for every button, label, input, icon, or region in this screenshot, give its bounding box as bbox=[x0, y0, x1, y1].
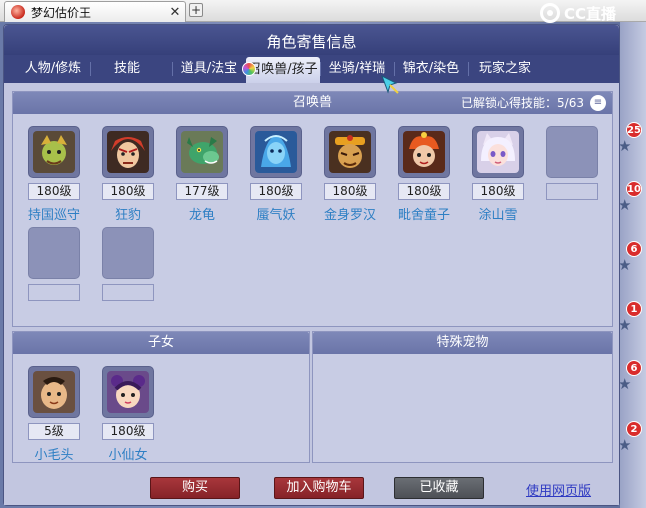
pet-slot[interactable] bbox=[472, 126, 524, 178]
favicon-icon bbox=[11, 5, 25, 19]
star-icon[interactable]: ★ bbox=[618, 317, 634, 333]
star-icon[interactable]: ★ bbox=[618, 197, 634, 213]
green-dragon-avatar bbox=[181, 131, 223, 173]
unlock-skills-text: 已解锁心得技能： bbox=[461, 96, 558, 110]
fox-girl-avatar bbox=[477, 131, 519, 173]
fire-child-avatar bbox=[403, 131, 445, 173]
role-sale-window: 角色寄售信息 人物/修炼 技能 道具/法宝 召唤兽/孩子 坐骑/祥瑞 锦衣/染色… bbox=[3, 24, 620, 506]
pet-name[interactable]: 持国巡守 bbox=[14, 204, 94, 223]
pet-slot[interactable] bbox=[102, 126, 154, 178]
star-icon[interactable]: ★ bbox=[618, 138, 634, 154]
blue-spirit-avatar bbox=[255, 131, 297, 173]
child-name[interactable]: 小毛头 bbox=[14, 444, 94, 463]
red-haired-warrior-avatar bbox=[107, 131, 149, 173]
pet-name[interactable]: 龙龟 bbox=[162, 204, 242, 223]
special-pets-section-header: 特殊宠物 bbox=[313, 332, 612, 354]
unlock-skills-label: 已解锁心得技能：5/63 bbox=[461, 92, 584, 114]
pet-level: 180级 bbox=[398, 183, 450, 200]
notification-badge[interactable]: 6 bbox=[626, 241, 642, 257]
window-title: 角色寄售信息 bbox=[266, 33, 357, 51]
pet-name[interactable]: 蜃气妖 bbox=[236, 204, 316, 223]
notification-badge[interactable]: 25 bbox=[626, 122, 642, 138]
empty-pet-slot[interactable] bbox=[102, 227, 154, 279]
empty-pet-slot[interactable] bbox=[546, 126, 598, 178]
window-titlebar[interactable]: 角色寄售信息 bbox=[4, 25, 619, 55]
empty-pet-slot[interactable] bbox=[28, 227, 80, 279]
empty-pet-level bbox=[102, 284, 154, 301]
cc-logo-icon bbox=[540, 3, 560, 23]
pet-slot[interactable] bbox=[398, 126, 450, 178]
pets-section: 召唤兽 已解锁心得技能：5/63 ≡ 180级 持国巡守 180级 狂豹 177… bbox=[12, 91, 613, 327]
child-name[interactable]: 小仙女 bbox=[88, 444, 168, 463]
cc-logo-text: CC直播 bbox=[564, 4, 617, 23]
pet-slot[interactable] bbox=[324, 126, 376, 178]
pet-level: 180级 bbox=[472, 183, 524, 200]
notification-badge[interactable]: 1 bbox=[626, 301, 642, 317]
notification-badge[interactable]: 2 bbox=[626, 421, 642, 437]
special-pets-section: 特殊宠物 bbox=[312, 331, 613, 463]
child-level: 5级 bbox=[28, 423, 80, 440]
pet-name[interactable]: 毗舍童子 bbox=[384, 204, 464, 223]
mouse-cursor-icon bbox=[380, 74, 402, 96]
notification-badge[interactable]: 6 bbox=[626, 360, 642, 376]
star-icon[interactable]: ★ bbox=[618, 376, 634, 392]
pet-level: 180级 bbox=[102, 183, 154, 200]
pet-name[interactable]: 金身罗汉 bbox=[310, 204, 390, 223]
unlock-skills-value: 5/63 bbox=[557, 96, 584, 110]
star-icon[interactable]: ★ bbox=[618, 437, 634, 453]
browser-tab[interactable]: 梦幻估价王 ✕ bbox=[4, 1, 186, 22]
menu-icon[interactable]: ≡ bbox=[590, 95, 606, 111]
pet-level: 180级 bbox=[250, 183, 302, 200]
browser-tab-title: 梦幻估价王 bbox=[31, 5, 92, 20]
star-icon[interactable]: ★ bbox=[618, 257, 634, 273]
pets-section-title: 召唤兽 bbox=[292, 95, 332, 110]
category-tabs: 人物/修炼 技能 道具/法宝 召唤兽/孩子 坐骑/祥瑞 锦衣/染色 玩家之家 bbox=[4, 55, 619, 83]
green-warrior-avatar bbox=[33, 131, 75, 173]
empty-pet-level bbox=[28, 284, 80, 301]
tab-outfits[interactable]: 锦衣/染色 bbox=[394, 55, 468, 83]
child-level: 180级 bbox=[102, 423, 154, 440]
children-section: 子女 5级 小毛头 180级 小仙女 bbox=[12, 331, 310, 463]
boy-avatar bbox=[33, 371, 75, 413]
add-to-cart-button[interactable]: 加入购物车 bbox=[274, 477, 364, 499]
favorited-button[interactable]: 已收藏 bbox=[394, 477, 484, 499]
use-web-version-link[interactable]: 使用网页版 bbox=[526, 480, 591, 499]
child-slot[interactable] bbox=[28, 366, 80, 418]
tab-character[interactable]: 人物/修炼 bbox=[16, 55, 90, 83]
golden-monk-avatar bbox=[329, 131, 371, 173]
rainbow-badge-icon bbox=[242, 62, 256, 76]
children-section-header: 子女 bbox=[13, 332, 309, 354]
buy-button[interactable]: 购买 bbox=[150, 477, 240, 499]
pet-slot[interactable] bbox=[176, 126, 228, 178]
pet-slot[interactable] bbox=[28, 126, 80, 178]
content-area: 召唤兽 已解锁心得技能：5/63 ≡ 180级 持国巡守 180级 狂豹 177… bbox=[4, 83, 619, 505]
child-slot[interactable] bbox=[102, 366, 154, 418]
tab-items[interactable]: 道具/法宝 bbox=[172, 55, 246, 83]
special-pets-section-title: 特殊宠物 bbox=[436, 335, 489, 350]
pet-level: 177级 bbox=[176, 183, 228, 200]
cc-live-logo: CC直播 bbox=[540, 2, 628, 24]
new-tab-button[interactable]: + bbox=[189, 3, 203, 17]
tab-close-icon[interactable]: ✕ bbox=[168, 5, 182, 20]
notification-badge[interactable]: 10 bbox=[626, 181, 642, 197]
tab-pets-children[interactable]: 召唤兽/孩子 bbox=[246, 57, 320, 83]
pet-name[interactable]: 涂山雪 bbox=[458, 204, 538, 223]
pet-level: 180级 bbox=[28, 183, 80, 200]
children-section-title: 子女 bbox=[147, 335, 174, 350]
pet-name[interactable]: 狂豹 bbox=[88, 204, 168, 223]
empty-pet-level bbox=[546, 183, 598, 200]
tab-player-home[interactable]: 玩家之家 bbox=[468, 55, 542, 83]
fairy-girl-avatar bbox=[107, 371, 149, 413]
pet-level: 180级 bbox=[324, 183, 376, 200]
pet-slot[interactable] bbox=[250, 126, 302, 178]
tab-skills[interactable]: 技能 bbox=[90, 55, 164, 83]
